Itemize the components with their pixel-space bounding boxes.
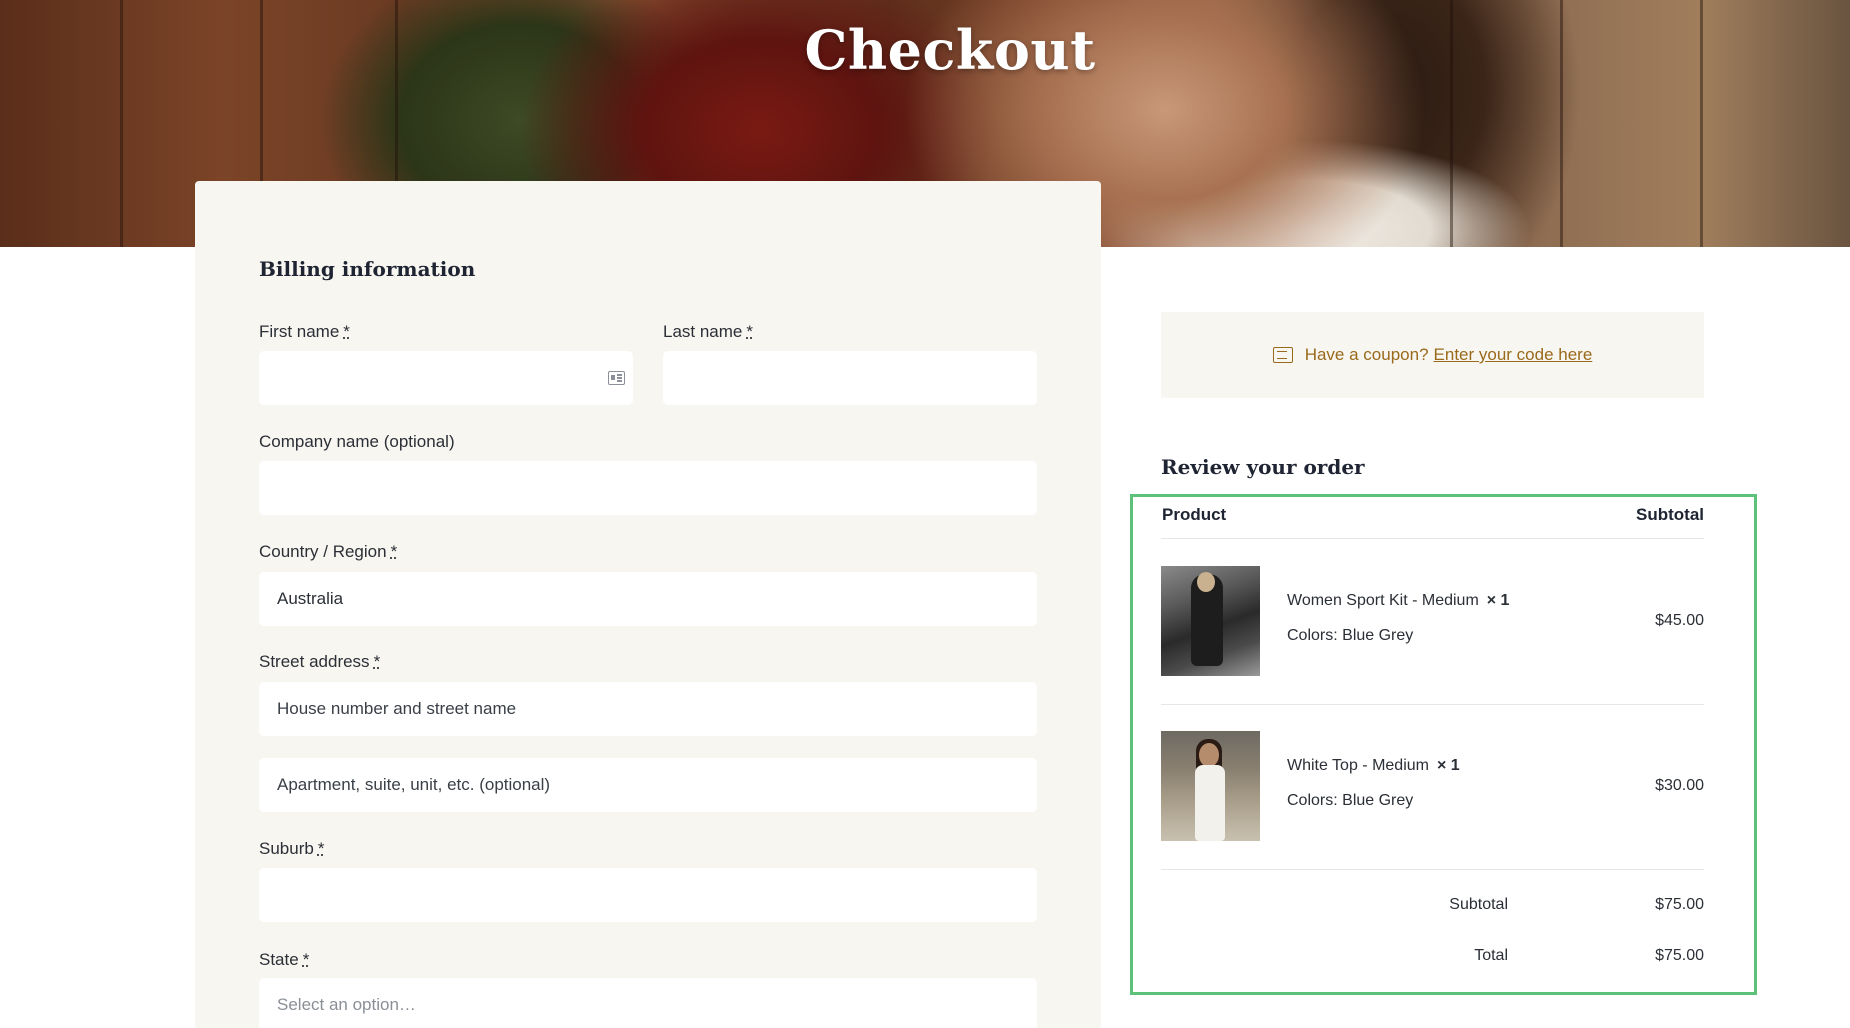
last-name-label: Last name * bbox=[663, 322, 754, 341]
subtotal-label: Subtotal bbox=[1449, 896, 1508, 913]
first-name-field[interactable] bbox=[259, 351, 633, 405]
page-title: Checkout bbox=[804, 18, 1096, 82]
company-label: Company name (optional) bbox=[259, 432, 455, 451]
total-label: Total bbox=[1474, 947, 1508, 964]
country-select[interactable]: Australia bbox=[259, 572, 1037, 626]
billing-title: Billing information bbox=[259, 257, 476, 281]
coupon-notice: Have a coupon? Enter your code here bbox=[1161, 312, 1704, 398]
product-name[interactable]: Women Sport Kit - Medium × 1 bbox=[1287, 592, 1509, 610]
product-price: $45.00 bbox=[1655, 612, 1704, 629]
column-subtotal: Subtotal bbox=[1636, 505, 1704, 524]
suburb-field[interactable] bbox=[259, 868, 1037, 922]
ticket-icon bbox=[1272, 347, 1293, 363]
street-label: Street address * bbox=[259, 652, 381, 671]
suburb-label: Suburb * bbox=[259, 839, 325, 858]
divider bbox=[1161, 869, 1704, 870]
contact-card-icon[interactable] bbox=[608, 371, 625, 385]
product-variation: Colors: Blue Grey bbox=[1287, 627, 1414, 644]
product-name[interactable]: White Top - Medium × 1 bbox=[1287, 757, 1460, 775]
column-product: Product bbox=[1162, 505, 1227, 524]
divider bbox=[1161, 538, 1704, 539]
state-label: State * bbox=[259, 950, 310, 969]
country-label: Country / Region * bbox=[259, 542, 398, 561]
product-variation: Colors: Blue Grey bbox=[1287, 792, 1414, 809]
coupon-text: Have a coupon? bbox=[1304, 345, 1429, 364]
review-title: Review your order bbox=[1161, 455, 1365, 479]
last-name-field[interactable] bbox=[663, 351, 1037, 405]
company-field[interactable] bbox=[259, 461, 1037, 515]
product-thumbnail[interactable] bbox=[1161, 731, 1260, 841]
street-address-field[interactable]: House number and street name bbox=[259, 682, 1037, 736]
total-value: $75.00 bbox=[1655, 947, 1704, 964]
state-select[interactable]: Select an option… bbox=[259, 978, 1037, 1028]
product-thumbnail[interactable] bbox=[1161, 566, 1260, 676]
divider bbox=[1161, 704, 1704, 705]
product-price: $30.00 bbox=[1655, 777, 1704, 794]
billing-form: Billing information First name * Last nam… bbox=[195, 181, 1101, 1028]
coupon-link[interactable]: Enter your code here bbox=[1434, 345, 1593, 365]
street-address-2-field[interactable]: Apartment, suite, unit, etc. (optional) bbox=[259, 758, 1037, 812]
first-name-label: First name * bbox=[259, 322, 350, 341]
subtotal-value: $75.00 bbox=[1655, 896, 1704, 913]
